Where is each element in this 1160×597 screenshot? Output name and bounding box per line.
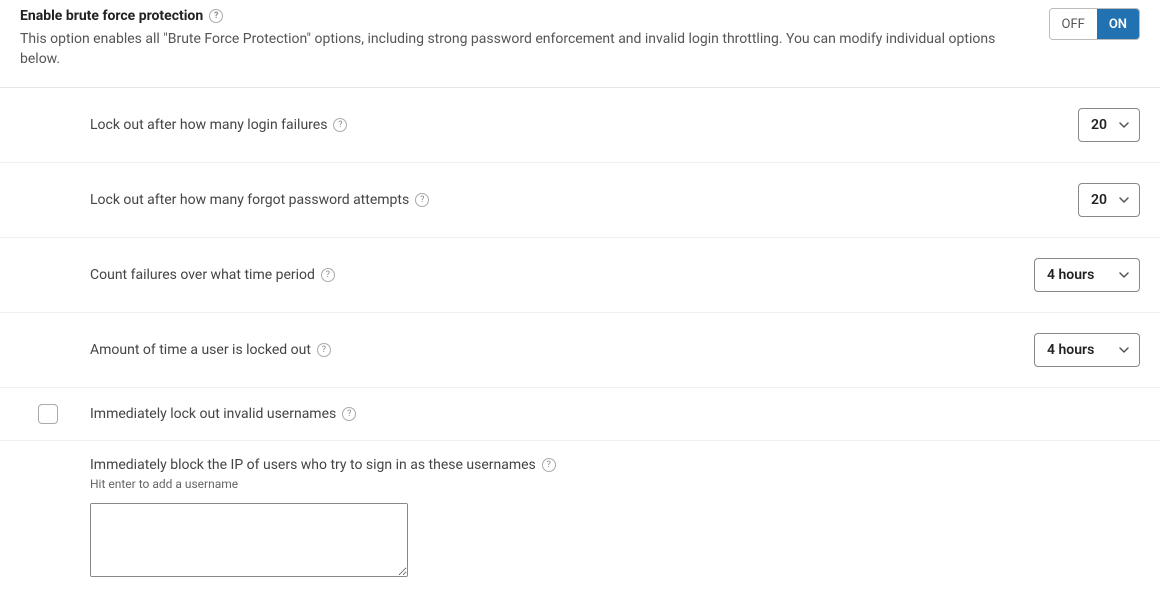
help-icon[interactable]: ? <box>209 9 223 23</box>
setting-login-failures: Lock out after how many login failures ?… <box>0 88 1160 163</box>
chevron-down-icon <box>1119 345 1129 355</box>
help-icon[interactable]: ? <box>542 458 556 472</box>
help-icon[interactable]: ? <box>415 193 429 207</box>
forgot-attempts-select[interactable]: 20 <box>1078 183 1140 217</box>
time-period-select[interactable]: 4 hours <box>1034 258 1140 292</box>
help-icon[interactable]: ? <box>342 407 356 421</box>
forgot-attempts-label-wrap: Lock out after how many forgot password … <box>90 192 429 208</box>
block-ips-textarea-wrap <box>90 503 408 577</box>
setting-forgot-attempts: Lock out after how many forgot password … <box>0 163 1160 238</box>
brute-force-toggle[interactable]: OFF ON <box>1049 8 1141 40</box>
help-icon[interactable]: ? <box>321 268 335 282</box>
chevron-down-icon <box>1119 270 1129 280</box>
chevron-down-icon <box>1119 195 1129 205</box>
setting-lockout-time: Amount of time a user is locked out ? 4 … <box>0 313 1160 388</box>
login-failures-label-wrap: Lock out after how many login failures ? <box>90 117 347 133</box>
header-text-block: Enable brute force protection ? This opt… <box>20 8 1049 69</box>
block-ips-label-wrap: Immediately block the IP of users who tr… <box>90 457 556 473</box>
lockout-time-label-wrap: Amount of time a user is locked out ? <box>90 342 331 358</box>
lockout-time-select[interactable]: 4 hours <box>1034 333 1140 367</box>
invalid-usernames-label-wrap: Immediately lock out invalid usernames ? <box>90 406 356 422</box>
lockout-time-value: 4 hours <box>1047 342 1094 358</box>
invalid-usernames-checkbox[interactable] <box>38 404 58 424</box>
block-ips-hint: Hit enter to add a username <box>90 477 1140 491</box>
toggle-off-label: OFF <box>1050 9 1097 39</box>
help-icon[interactable]: ? <box>317 343 331 357</box>
header-title: Enable brute force protection ? <box>20 8 223 24</box>
time-period-label: Count failures over what time period <box>90 267 315 283</box>
help-icon[interactable]: ? <box>333 118 347 132</box>
header-description: This option enables all "Brute Force Pro… <box>20 30 1029 69</box>
setting-time-period: Count failures over what time period ? 4… <box>0 238 1160 313</box>
login-failures-select[interactable]: 20 <box>1078 108 1140 142</box>
block-ips-textarea[interactable] <box>91 504 407 576</box>
chevron-down-icon <box>1119 120 1129 130</box>
forgot-attempts-label: Lock out after how many forgot password … <box>90 192 409 208</box>
lockout-time-label: Amount of time a user is locked out <box>90 342 311 358</box>
block-ips-label: Immediately block the IP of users who tr… <box>90 457 536 473</box>
login-failures-value: 20 <box>1091 117 1107 133</box>
invalid-usernames-label: Immediately lock out invalid usernames <box>90 406 336 422</box>
login-failures-label: Lock out after how many login failures <box>90 117 327 133</box>
brute-force-header-row: Enable brute force protection ? This opt… <box>0 0 1160 88</box>
setting-invalid-usernames: Immediately lock out invalid usernames ? <box>0 388 1160 441</box>
time-period-value: 4 hours <box>1047 267 1094 283</box>
header-title-text: Enable brute force protection <box>20 8 203 24</box>
toggle-on-label: ON <box>1097 9 1139 39</box>
forgot-attempts-value: 20 <box>1091 192 1107 208</box>
time-period-label-wrap: Count failures over what time period ? <box>90 267 335 283</box>
setting-block-ips: Immediately block the IP of users who tr… <box>0 441 1160 597</box>
